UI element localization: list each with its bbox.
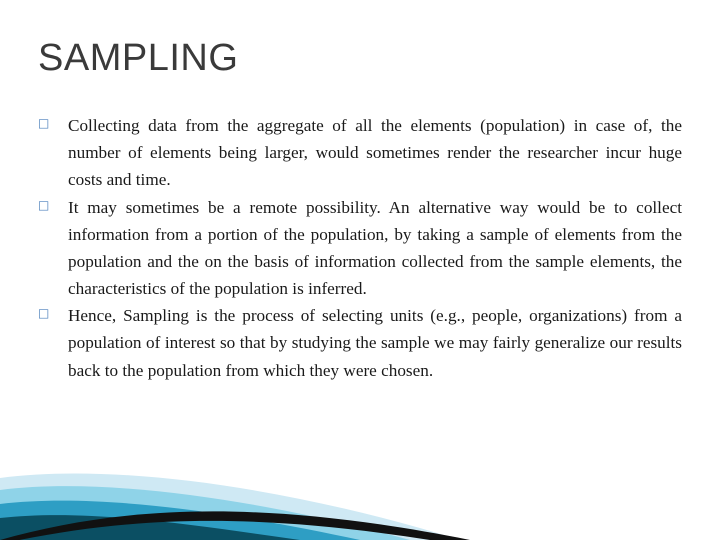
square-bullet-icon: □: [38, 306, 50, 321]
bullet-text: It may sometimes be a remote possibility…: [68, 197, 682, 299]
list-item: □ Hence, Sampling is the process of sele…: [38, 302, 682, 384]
square-bullet-icon: □: [38, 197, 50, 212]
bottom-left-wave-graphic: [0, 473, 470, 540]
bullet-text: Collecting data from the aggregate of al…: [68, 116, 682, 190]
list-item: □ It may sometimes be a remote possibili…: [38, 194, 682, 303]
square-bullet-icon: □: [38, 116, 50, 130]
slide: SAMPLING □ Collecting data from the aggr…: [0, 0, 720, 540]
bullet-text: Hence, Sampling is the process of select…: [68, 306, 682, 380]
page-title: SAMPLING: [38, 37, 239, 79]
list-item: □ Collecting data from the aggregate of …: [38, 112, 682, 194]
slide-body: □ Collecting data from the aggregate of …: [38, 112, 682, 384]
